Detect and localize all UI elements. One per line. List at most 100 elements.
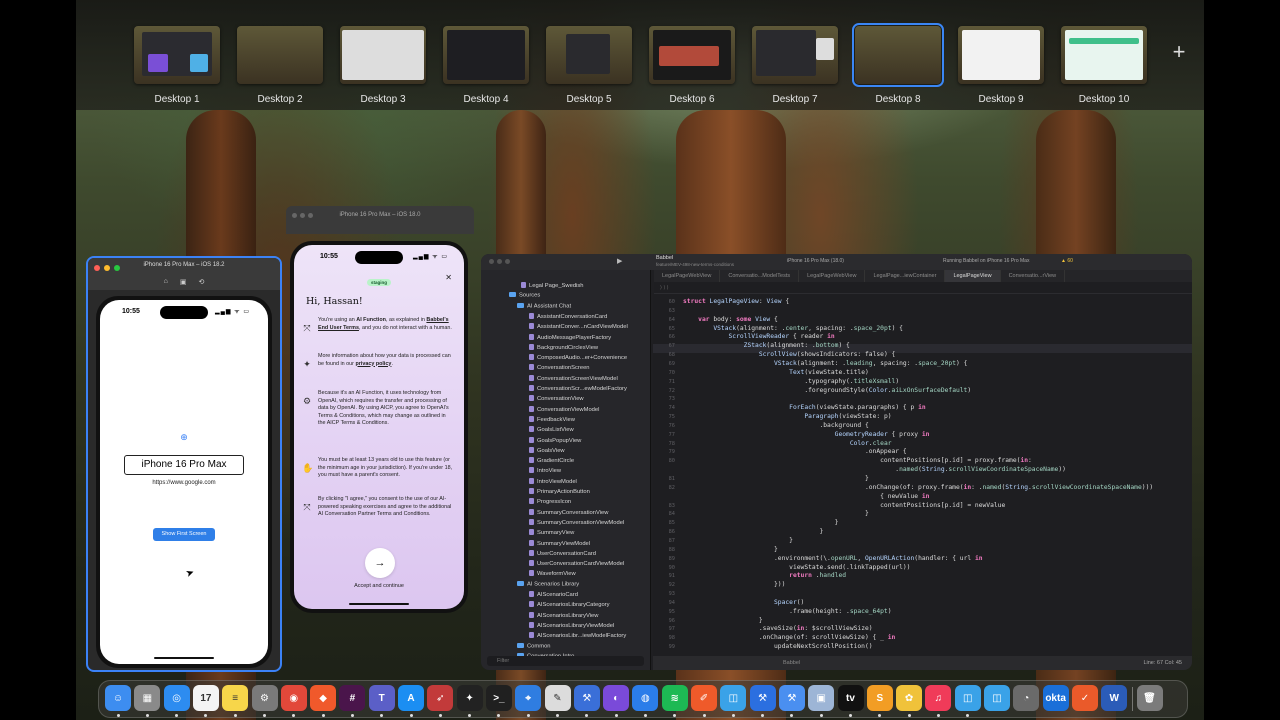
slack-icon[interactable]: #	[339, 685, 366, 711]
navigator-file[interactable]: Legal Page_Swedish	[481, 282, 650, 292]
terminal-icon[interactable]: >_	[485, 685, 512, 711]
navigator-file[interactable]: AIScenariosLibr...iewModelFactory	[481, 632, 650, 642]
brave-icon[interactable]: ◆	[310, 685, 337, 711]
navigator-file[interactable]: AIScenariosLibraryViewModel	[481, 621, 650, 632]
navigator-file[interactable]: UserConversationCardViewModel	[481, 560, 650, 570]
editor-tab[interactable]: LegalPageView	[945, 270, 1001, 282]
desktop-thumbnail-7[interactable]	[752, 26, 838, 84]
desktop-label[interactable]: Desktop 3	[333, 94, 433, 105]
notes-icon[interactable]: ≡	[222, 685, 249, 711]
navigator-file[interactable]: SummaryConversationViewModel	[481, 518, 650, 529]
word-icon[interactable]: W	[1101, 685, 1128, 711]
github-icon[interactable]: ◐	[603, 685, 630, 711]
desktop-label[interactable]: Desktop 9	[951, 94, 1051, 105]
add-desktop-button[interactable]: +	[1168, 41, 1190, 64]
simulator3-icon[interactable]: ◫	[984, 685, 1010, 711]
instruments2-icon[interactable]: ◔	[1013, 685, 1040, 711]
editor-tab[interactable]: Conversatio...ModelTests	[720, 270, 800, 282]
warnings-badge[interactable]: ▲ 60	[1061, 258, 1073, 264]
desktop-label[interactable]: Desktop 4	[436, 94, 536, 105]
todoist-icon[interactable]: ✓	[1071, 685, 1098, 711]
apple-tv-icon[interactable]: tv	[837, 685, 864, 711]
navigator-file[interactable]: ComposedAudio...er+Convenience	[481, 354, 650, 364]
device-name-field[interactable]: iPhone 16 Pro Max	[124, 455, 244, 475]
trash-icon[interactable]: 🗑	[1136, 685, 1163, 711]
photos-icon[interactable]: ✿	[896, 685, 923, 711]
navigator-file[interactable]: SummaryViewModel	[481, 539, 650, 550]
simulator2-icon[interactable]: ◫	[954, 685, 981, 711]
navigator-file[interactable]: AudioMessagePlayerFactory	[481, 333, 650, 344]
close-window-button[interactable]	[489, 259, 494, 264]
legal-page-screen[interactable]: 10:55 ▂▄▆ ᯤ ▭ staging ✕ Hi, Hassan! ⤧ You…	[294, 245, 464, 609]
calendar-icon[interactable]: 17	[192, 685, 219, 711]
show-first-screen-button[interactable]: Show First Screen	[153, 528, 215, 541]
xcode-beta-icon[interactable]: ⚒	[778, 685, 805, 711]
rotate-icon[interactable]: ⟲	[198, 278, 204, 290]
fly-icon[interactable]: ➶	[427, 685, 454, 711]
script-editor-icon[interactable]: ✎	[544, 685, 571, 711]
navigator-file[interactable]: AssistantConver...nCardViewModel	[481, 323, 650, 333]
desktop-label[interactable]: Desktop 5	[539, 94, 639, 105]
navigator-file[interactable]: IntroView	[481, 467, 650, 477]
navigator-file[interactable]: WaveformView	[481, 570, 650, 580]
navigator-filter-field[interactable]: Filter	[487, 656, 644, 666]
accept-and-continue-label[interactable]: Accept and continue	[294, 583, 464, 589]
navigator-file[interactable]: SummaryView	[481, 529, 650, 539]
navigator-group[interactable]: Sources	[481, 292, 650, 302]
simulator-window-ios-18-2[interactable]: iPhone 16 Pro Max – iOS 18.2 ⌂ ▣ ⟲ 10:55…	[86, 256, 282, 672]
scheme-device-selector[interactable]: iPhone 16 Pro Max (18.0)	[787, 258, 844, 264]
desktop-thumbnail-6[interactable]	[649, 26, 735, 84]
navigator-file[interactable]: AIScenarioCard	[481, 591, 650, 601]
navigator-file[interactable]: AIScenariosLibraryCategory	[481, 601, 650, 611]
proxyman-icon[interactable]: ◍	[632, 685, 659, 711]
navigator-file[interactable]: IntroViewModel	[481, 477, 650, 488]
desktop-label[interactable]: Desktop 1	[127, 94, 227, 105]
navigator-file[interactable]: ProgressIcon	[481, 498, 650, 508]
run-icon[interactable]: ▶	[617, 257, 622, 265]
finder-icon[interactable]: ☺	[105, 685, 131, 711]
desktop-label[interactable]: Desktop 7	[745, 94, 845, 105]
navigator-file[interactable]: AssistantConversationCard	[481, 312, 650, 323]
xcode-window[interactable]: ▶ Babbel feature/MEV-498-new-terms-condi…	[481, 254, 1192, 670]
spotify-icon[interactable]: ≋	[661, 685, 688, 711]
teams-icon[interactable]: T	[368, 685, 395, 711]
navigator-file[interactable]: GradientCircle	[481, 457, 650, 467]
editor-tab[interactable]: Conversatio...rView	[1001, 270, 1066, 282]
simulator-icon[interactable]: ◫	[720, 685, 747, 711]
figma-icon[interactable]: ✦	[456, 685, 483, 711]
desktop-label[interactable]: Desktop 8	[848, 94, 948, 105]
desktop-thumbnail-3[interactable]	[340, 26, 426, 84]
navigator-file[interactable]: FeedbackView	[481, 415, 650, 426]
desktop-label[interactable]: Desktop 10	[1054, 94, 1154, 105]
desktop-label[interactable]: Desktop 6	[642, 94, 742, 105]
xcode-icon[interactable]: ⚒	[749, 685, 776, 711]
safari-icon[interactable]: ◎	[163, 685, 190, 711]
editor-tab[interactable]: LegalPageWebView	[654, 270, 721, 282]
desktop-thumbnail-9[interactable]	[958, 26, 1044, 84]
navigator-file[interactable]: ConversationScreen	[481, 364, 650, 374]
desktop-thumbnail-1[interactable]	[134, 26, 220, 84]
navigator-file[interactable]: BackgroundCirclesView	[481, 343, 650, 354]
navigator-file[interactable]: UserConversationCard	[481, 549, 650, 560]
launchpad-icon[interactable]: ▦	[134, 685, 161, 711]
desktop-thumbnail-4[interactable]	[443, 26, 529, 84]
editor-tab[interactable]: LegalPageWebView	[799, 270, 866, 282]
navigator-file[interactable]: SummaryConversationView	[481, 508, 650, 519]
music-icon[interactable]: ♫	[925, 685, 952, 711]
preview-icon[interactable]: ▣	[808, 685, 835, 711]
zoom-window-button[interactable]	[505, 259, 510, 264]
system-settings-icon[interactable]: ⚙	[251, 685, 278, 711]
paragraph-link[interactable]: privacy policy	[355, 361, 391, 367]
simulator-window-ios-18-0-titlebar[interactable]: iPhone 16 Pro Max – iOS 18.0	[286, 206, 474, 234]
okta-icon[interactable]: okta	[1042, 685, 1069, 711]
navigator-group[interactable]: AI Assistant Chat	[481, 302, 650, 313]
navigator-file[interactable]: PrimaryActionButton	[481, 488, 650, 498]
close-icon[interactable]: ✕	[445, 273, 452, 282]
editor-tab[interactable]: LegalPage...iewContainer	[865, 270, 946, 282]
url-label[interactable]: https://www.google.com	[100, 480, 268, 486]
navigator-file[interactable]: GoalsView	[481, 446, 650, 457]
navigator-group[interactable]: Common	[481, 642, 650, 653]
instruments-icon[interactable]: ⚒	[573, 685, 600, 711]
desktop-thumbnail-2[interactable]	[237, 26, 323, 84]
navigator-file[interactable]: ConversationViewModel	[481, 405, 650, 416]
